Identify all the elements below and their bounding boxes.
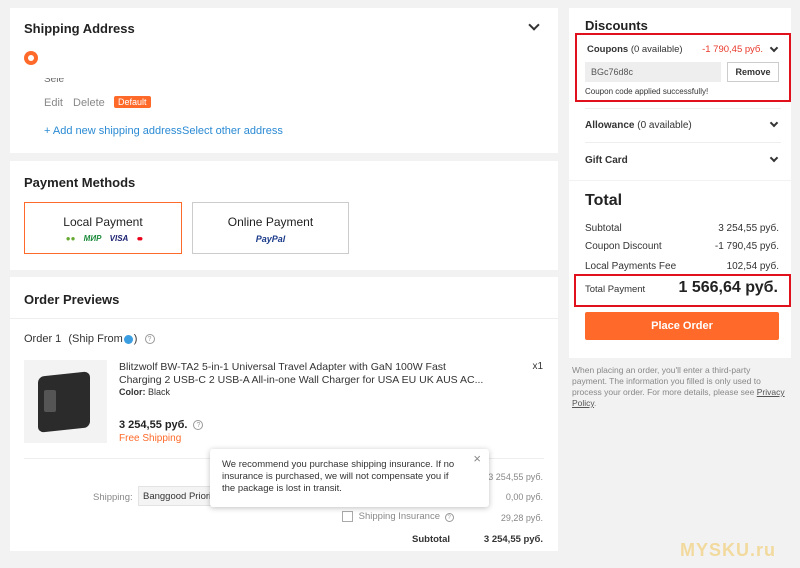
address-partial-text: Sele	[44, 78, 65, 85]
place-order-button[interactable]: Place Order	[585, 312, 779, 340]
product-price: 3 254,55 руб. ?	[119, 419, 204, 431]
product-price-value: 3 254,55 руб.	[119, 419, 188, 431]
insurance-cost-value: 29,28 руб.	[500, 513, 543, 523]
sbp-logo-icon: ●●	[65, 234, 76, 243]
coupons-count: (0 available)	[630, 44, 683, 55]
payment-methods-card: Payment Methods Local Payment ●● МИР VIS…	[10, 161, 558, 270]
coupons-amount: -1 790,45 руб.	[702, 44, 763, 55]
product-name-line-1: Blitzwolf BW-TA2 5-in-1 Universal Travel…	[119, 361, 446, 373]
local-payment-label: Local Payment	[63, 215, 143, 229]
info-icon[interactable]: ?	[144, 334, 155, 345]
adapter-ports	[44, 390, 56, 412]
order-previews-title: Order Previews	[24, 292, 120, 307]
total-payment-value: 1 566,64 руб.	[678, 279, 778, 296]
product-quantity: x1	[532, 361, 543, 372]
paypal-logo-icon: PayPal	[255, 234, 286, 244]
close-icon[interactable]: ×	[473, 451, 481, 466]
coupons-toggle[interactable]: Coupons (0 available) -1 790,45 руб.	[587, 43, 779, 58]
discounts-title: Discounts	[585, 18, 648, 33]
watermark-logo: MYSKU.ru	[680, 540, 777, 560]
product-name-line-2: Charging 2 USB-C 2 USB-A All-in-one Wall…	[119, 374, 484, 386]
mir-logo-icon: МИР	[83, 234, 102, 243]
tooltip-text: We recommend you purchase shipping insur…	[222, 459, 455, 494]
chevron-down-icon[interactable]	[769, 118, 779, 128]
ship-from-end: )	[133, 333, 138, 345]
remove-coupon-button[interactable]: Remove	[727, 62, 779, 82]
shipping-insurance-checkbox[interactable]	[342, 511, 353, 522]
select-other-address-link[interactable]: Select other address	[182, 125, 283, 137]
shipping-method-label: Shipping:	[93, 492, 133, 503]
order-header: Order 1 (Ship From) ?	[24, 333, 155, 345]
default-badge: Default	[114, 96, 151, 108]
total-payment-label: Total Payment	[585, 284, 646, 295]
local-payments-fee-label: Local Payments Fee	[585, 261, 677, 272]
order-number: Order 1	[24, 333, 62, 345]
free-shipping-label: Free Shipping	[119, 433, 182, 444]
payment-methods-title: Payment Methods	[24, 175, 136, 190]
allowance-count: (0 available)	[637, 120, 692, 131]
order-subtotal-label: Subtotal	[412, 534, 450, 545]
price-info-icon[interactable]: ?	[193, 420, 204, 431]
divider	[585, 142, 781, 143]
product-image[interactable]	[24, 360, 107, 443]
payment-notice-text: When placing an order, you'll enter a th…	[572, 365, 761, 397]
shipping-insurance-option[interactable]: Shipping Insurance ?	[342, 511, 454, 523]
chevron-down-icon[interactable]	[528, 19, 540, 31]
online-payment-option[interactable]: Online Payment PayPal	[192, 202, 349, 254]
coupons-label: Coupons	[587, 44, 629, 55]
edit-address-link[interactable]: Edit	[44, 97, 63, 109]
coupon-code-value: BGc76d8c	[591, 67, 634, 77]
discounts-card: Discounts Coupons (0 available) -1 790,4…	[569, 8, 791, 180]
coupon-discount-value: -1 790,45 руб.	[714, 241, 779, 252]
product-color: Color: Black	[119, 387, 170, 397]
coupon-discount-label: Coupon Discount	[585, 241, 662, 252]
subtotal-value: 3 254,55 руб.	[718, 223, 779, 234]
color-label: Color:	[119, 387, 146, 397]
selected-radio-icon[interactable]	[24, 51, 38, 65]
insurance-info-icon[interactable]: ?	[444, 513, 454, 523]
payment-notice: When placing an order, you'll enter a th…	[572, 365, 786, 409]
allowance-label: Allowance	[585, 120, 635, 131]
chevron-down-icon[interactable]	[769, 153, 779, 163]
shipping-address-card: Shipping Address Sele Edit Delete Defaul…	[10, 8, 558, 153]
visa-logo-icon: VISA	[109, 234, 129, 243]
divider	[10, 318, 558, 319]
divider	[585, 108, 781, 109]
payment-notice-end: .	[594, 398, 597, 408]
shipping-cost-value: 0,00 руб.	[505, 492, 543, 502]
online-payment-label: Online Payment	[227, 215, 314, 229]
gift-card-toggle[interactable]: Gift Card	[585, 153, 779, 166]
local-payment-logos: ●● МИР VISA ●●	[25, 234, 181, 243]
total-card: Total Subtotal 3 254,55 руб. Coupon Disc…	[569, 181, 791, 358]
local-payments-fee-value: 102,54 руб.	[726, 261, 779, 272]
item-subtotal-value: 3 254,55 руб.	[488, 472, 543, 482]
mastercard-logo-icon: ●●	[136, 234, 143, 243]
shipping-method-value: Banggood Priorit	[143, 491, 214, 502]
ship-from-label: (Ship From	[68, 333, 123, 345]
globe-icon	[123, 334, 133, 344]
total-title: Total	[585, 192, 623, 209]
chevron-up-icon[interactable]	[769, 43, 779, 53]
product-name[interactable]: Blitzwolf BW-TA2 5-in-1 Universal Travel…	[119, 361, 499, 387]
shipping-insurance-label: Shipping Insurance	[358, 511, 440, 523]
order-subtotal-value: 3 254,55 руб.	[483, 534, 543, 545]
gift-card-label: Gift Card	[585, 155, 628, 166]
coupon-code-input[interactable]: BGc76d8c	[585, 62, 721, 82]
color-value: Black	[148, 387, 171, 397]
coupon-success-message: Coupon code applied successfully!	[585, 87, 709, 96]
local-payment-option[interactable]: Local Payment ●● МИР VISA ●●	[24, 202, 182, 254]
delete-address-link[interactable]: Delete	[73, 97, 105, 109]
add-new-address-link[interactable]: + Add new shipping address	[44, 125, 182, 137]
shipping-address-title: Shipping Address	[24, 21, 135, 36]
allowance-toggle[interactable]: Allowance (0 available)	[585, 118, 779, 131]
subtotal-label: Subtotal	[585, 223, 622, 234]
insurance-tooltip: We recommend you purchase shipping insur…	[210, 449, 489, 507]
order-previews-card: Order Previews Order 1 (Ship From) ? Bli…	[10, 277, 558, 551]
